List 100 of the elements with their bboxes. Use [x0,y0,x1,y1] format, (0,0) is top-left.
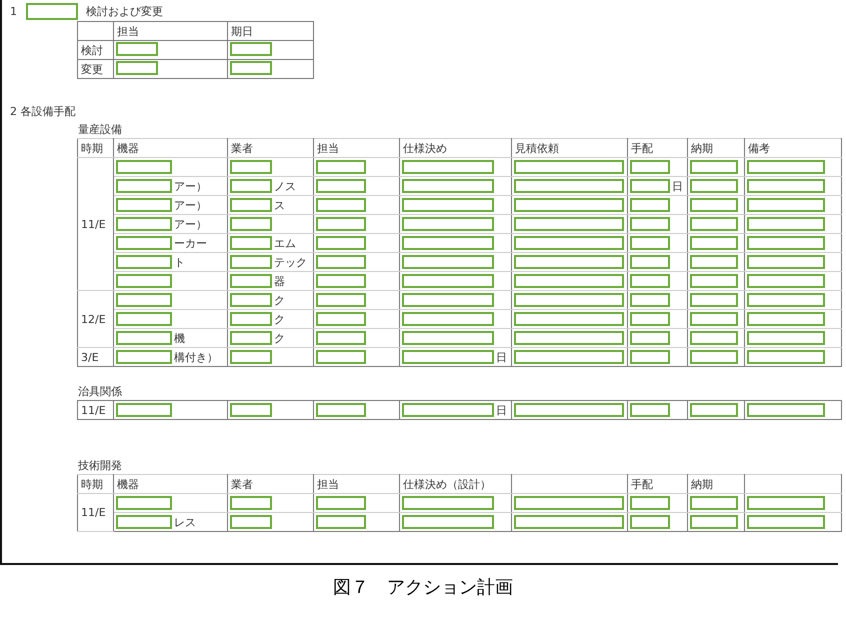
section-title: 2 各設備手配 [10,104,76,119]
redaction-box [690,293,738,307]
cell-text: エム [273,236,296,250]
redaction-box [690,236,738,250]
redaction-box [230,160,272,174]
cell-text: アー） [173,198,207,212]
redaction-box [316,331,366,345]
redaction-box [116,160,172,174]
column-header: 期日 [228,22,314,40]
redaction-box [630,350,670,364]
redaction-box [630,515,670,529]
cell-text: アー） [173,216,207,232]
cell-text: ク [273,312,285,326]
column-header: 仕様決め（設計） [400,474,512,494]
redaction-box [230,255,272,269]
redaction-box [690,255,738,269]
redaction-box [230,403,272,417]
redaction-box [316,496,366,510]
cell-text: ノス [273,178,296,194]
redaction-box [116,217,172,231]
redaction-box [116,179,172,193]
cell-text: 構付き） [173,350,218,364]
redaction-box [230,198,272,212]
redaction-box [116,293,172,307]
cell-text: 日 [671,178,683,194]
column-header: 業者 [228,474,314,494]
column-header: 手配 [628,138,688,158]
redaction-box [316,236,366,250]
cell-text: レス [173,514,196,530]
table-title: 治具関係 [78,384,123,400]
column-header: 納期 [688,474,744,494]
redaction-box [116,350,172,364]
table-title: 量産設備 [78,122,123,138]
redaction-box [630,293,670,307]
column-header: 仕様決め [400,138,512,158]
redaction-box [26,3,78,20]
redaction-box [316,515,366,529]
redaction-box [116,198,172,212]
column-header: 担当 [314,138,400,158]
cell-text: ーカー [173,236,207,250]
redaction-box [316,198,366,212]
redaction-box [630,312,670,326]
figure-caption: 図７ アクション計画 [332,576,514,599]
redaction-box [230,60,272,74]
column-header: 機器 [114,138,228,158]
column-header: 担当 [114,22,228,40]
redaction-box [690,515,738,529]
redaction-box [690,274,738,288]
redaction-box [230,312,272,326]
redaction-box [690,403,738,417]
redaction-box [690,496,738,510]
column-header: 見積依頼 [512,138,628,158]
redaction-box [690,160,738,174]
redaction-box [316,255,366,269]
redaction-box [690,331,738,345]
cell-text: ト [173,254,185,270]
redaction-box [630,331,670,345]
redaction-box [630,217,670,231]
cell-text: 器 [273,274,285,288]
redaction-box [316,217,366,231]
cell-text: アー） [173,178,207,194]
redaction-box [230,350,272,364]
column-header: 時期 [78,138,114,158]
redaction-box [116,496,172,510]
redaction-box [690,179,738,193]
redaction-box [230,515,272,529]
section-title: 検討および変更 [86,4,163,19]
redaction-box [316,403,366,417]
redaction-box [630,198,670,212]
period-cell: 11/E [78,158,114,290]
redaction-box [630,236,670,250]
redaction-box [116,403,172,417]
redaction-box [116,331,172,345]
redaction-box [316,179,366,193]
redaction-box [230,179,272,193]
redaction-box [690,312,738,326]
redaction-box [316,350,366,364]
redaction-box [630,274,670,288]
period-cell: 11/E [78,400,114,420]
redaction-box [230,496,272,510]
cell-text: 日 [495,350,507,364]
cell-text: テック [273,254,307,270]
column-header: 担当 [314,474,400,494]
redaction-box [230,331,272,345]
redaction-box [316,312,366,326]
redaction-box [230,274,272,288]
redaction-box [316,293,366,307]
column-header: 納期 [688,138,744,158]
cell-text: ク [273,292,285,308]
cell-text: 機 [173,330,185,346]
redaction-box [230,236,272,250]
table-title: 技術開発 [78,458,123,474]
redaction-box [690,198,738,212]
row-label: 変更 [78,60,114,78]
cell-text: ス [273,198,285,212]
redaction-box [116,236,172,250]
row-label: 検討 [78,40,114,60]
column-header: 業者 [228,138,314,158]
redaction-box [116,312,172,326]
redaction-box [690,350,738,364]
